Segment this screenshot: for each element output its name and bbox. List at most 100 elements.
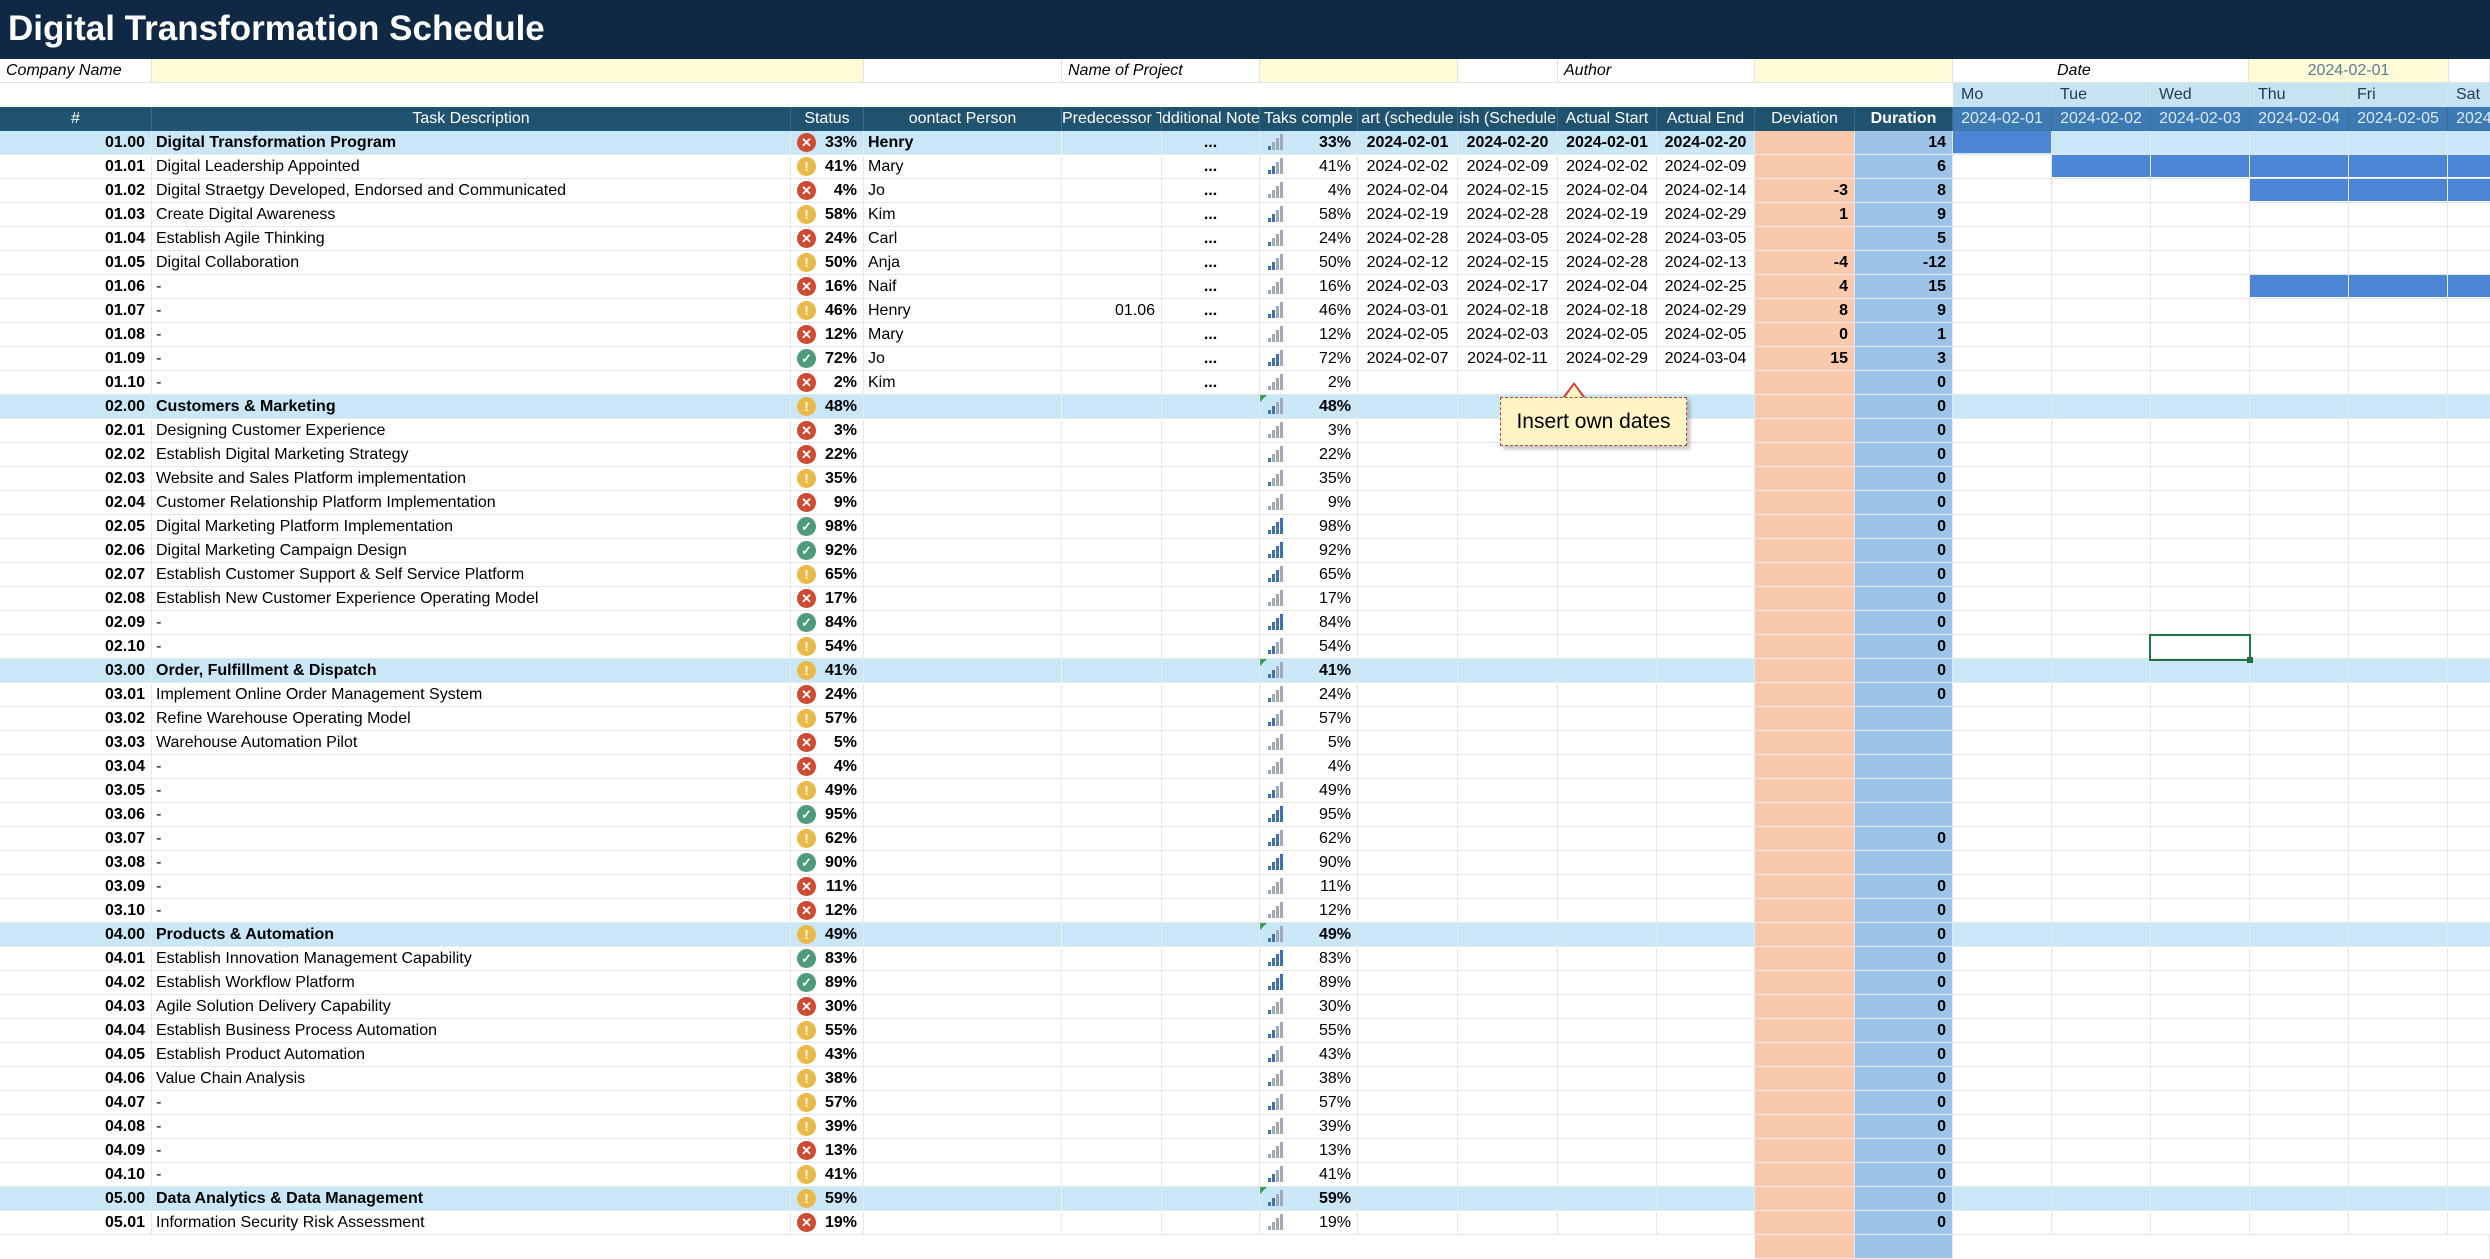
gantt-cell[interactable]	[2349, 251, 2448, 275]
task-cell[interactable]: -	[152, 347, 791, 371]
blank-cell[interactable]	[962, 539, 1062, 563]
notes-cell[interactable]	[1162, 443, 1260, 467]
header-actual_start[interactable]: Actual Start	[1558, 107, 1657, 131]
notes-cell[interactable]	[1162, 731, 1260, 755]
completion-cell[interactable]: 54%	[1260, 635, 1358, 659]
aend-cell[interactable]	[1657, 1019, 1755, 1043]
gantt-cell[interactable]	[1953, 947, 2052, 971]
dev-cell[interactable]	[1755, 1163, 1855, 1187]
completion-cell[interactable]: 30%	[1260, 995, 1358, 1019]
aend-cell[interactable]	[1657, 1187, 1755, 1211]
dur-cell[interactable]: 0	[1855, 395, 1953, 419]
gantt-cell[interactable]	[2448, 707, 2490, 731]
contact-cell[interactable]	[864, 947, 962, 971]
gantt-cell[interactable]	[1953, 707, 2052, 731]
num-cell[interactable]: 05.00	[0, 1187, 152, 1211]
gantt-cell[interactable]	[2052, 251, 2151, 275]
contact-cell[interactable]	[864, 1187, 962, 1211]
task-cell[interactable]: -	[152, 851, 791, 875]
astart-cell[interactable]	[1558, 1019, 1657, 1043]
gantt-cell[interactable]	[2052, 779, 2151, 803]
gantt-cell[interactable]	[2448, 395, 2490, 419]
gantt-cell[interactable]	[2349, 635, 2448, 659]
pred-cell[interactable]	[1062, 947, 1162, 971]
gantt-cell[interactable]	[2052, 1163, 2151, 1187]
gantt-cell[interactable]	[2151, 755, 2250, 779]
gantt-cell[interactable]	[2349, 875, 2448, 899]
num-cell[interactable]: 02.10	[0, 635, 152, 659]
task-cell[interactable]: Establish Product Automation	[152, 1043, 791, 1067]
finish-cell[interactable]	[1458, 539, 1558, 563]
notes-cell[interactable]	[1162, 707, 1260, 731]
contact-cell[interactable]	[864, 899, 962, 923]
gantt-cell[interactable]	[2448, 611, 2490, 635]
finish-cell[interactable]	[1458, 995, 1558, 1019]
completion-cell[interactable]: 24%	[1260, 683, 1358, 707]
notes-cell[interactable]	[1162, 635, 1260, 659]
gantt-cell[interactable]	[2349, 1043, 2448, 1067]
num-cell[interactable]: 02.03	[0, 467, 152, 491]
notes-cell[interactable]	[1162, 803, 1260, 827]
astart-cell[interactable]	[1558, 491, 1657, 515]
gantt-cell[interactable]	[2349, 203, 2448, 227]
finish-cell[interactable]	[1458, 1211, 1558, 1235]
start-cell[interactable]	[1358, 371, 1458, 395]
gantt-cell[interactable]	[2151, 1211, 2250, 1235]
pred-cell[interactable]	[1062, 131, 1162, 155]
gantt-cell[interactable]	[2448, 203, 2490, 227]
gantt-cell[interactable]	[2250, 299, 2349, 323]
task-cell[interactable]: Customers & Marketing	[152, 395, 791, 419]
blank-cell[interactable]	[962, 419, 1062, 443]
num-cell[interactable]: 04.05	[0, 1043, 152, 1067]
notes-cell[interactable]	[1162, 1115, 1260, 1139]
gantt-cell[interactable]	[1953, 467, 2052, 491]
blank-cell[interactable]	[962, 227, 1062, 251]
start-cell[interactable]: 2024-02-05	[1358, 323, 1458, 347]
pred-cell[interactable]	[1062, 731, 1162, 755]
start-cell[interactable]	[1358, 995, 1458, 1019]
num-cell[interactable]: 04.03	[0, 995, 152, 1019]
gantt-cell[interactable]	[2349, 467, 2448, 491]
num-cell[interactable]: 01.04	[0, 227, 152, 251]
task-cell[interactable]: Products & Automation	[152, 923, 791, 947]
start-cell[interactable]	[1358, 491, 1458, 515]
task-cell[interactable]: Establish New Customer Experience Operat…	[152, 587, 791, 611]
gantt-cell[interactable]	[2052, 923, 2151, 947]
gantt-cell[interactable]	[2250, 707, 2349, 731]
num-cell[interactable]: 02.01	[0, 419, 152, 443]
completion-cell[interactable]: 11%	[1260, 875, 1358, 899]
finish-cell[interactable]	[1458, 635, 1558, 659]
gantt-cell[interactable]	[1953, 203, 2052, 227]
gantt-cell[interactable]	[2349, 443, 2448, 467]
completion-cell[interactable]: 24%	[1260, 227, 1358, 251]
astart-cell[interactable]	[1558, 899, 1657, 923]
status-cell[interactable]: ! 50%	[791, 251, 864, 275]
dev-cell[interactable]: 8	[1755, 299, 1855, 323]
gantt-cell[interactable]	[2349, 611, 2448, 635]
completion-cell[interactable]: 50%	[1260, 251, 1358, 275]
aend-cell[interactable]	[1657, 1139, 1755, 1163]
dev-cell[interactable]	[1755, 659, 1855, 683]
task-cell[interactable]: -	[152, 635, 791, 659]
gantt-cell[interactable]	[2349, 995, 2448, 1019]
dev-cell[interactable]	[1755, 371, 1855, 395]
dev-cell[interactable]	[1755, 1115, 1855, 1139]
blank-cell[interactable]	[962, 995, 1062, 1019]
gantt-cell[interactable]	[2250, 899, 2349, 923]
contact-cell[interactable]	[864, 635, 962, 659]
gantt-cell[interactable]	[2349, 131, 2448, 155]
gantt-cell[interactable]	[2448, 299, 2490, 323]
pred-cell[interactable]	[1062, 1067, 1162, 1091]
start-cell[interactable]	[1358, 1187, 1458, 1211]
gantt-cell[interactable]	[1953, 539, 2052, 563]
aend-cell[interactable]	[1657, 371, 1755, 395]
status-cell[interactable]: ! 41%	[791, 155, 864, 179]
aend-cell[interactable]	[1657, 1163, 1755, 1187]
status-cell[interactable]: ✕ 12%	[791, 899, 864, 923]
astart-cell[interactable]	[1558, 851, 1657, 875]
gantt-cell[interactable]	[1953, 803, 2052, 827]
pred-cell[interactable]	[1062, 587, 1162, 611]
gantt-cell[interactable]	[2448, 995, 2490, 1019]
gantt-cell[interactable]	[2250, 875, 2349, 899]
status-cell[interactable]: ✕ 33%	[791, 131, 864, 155]
